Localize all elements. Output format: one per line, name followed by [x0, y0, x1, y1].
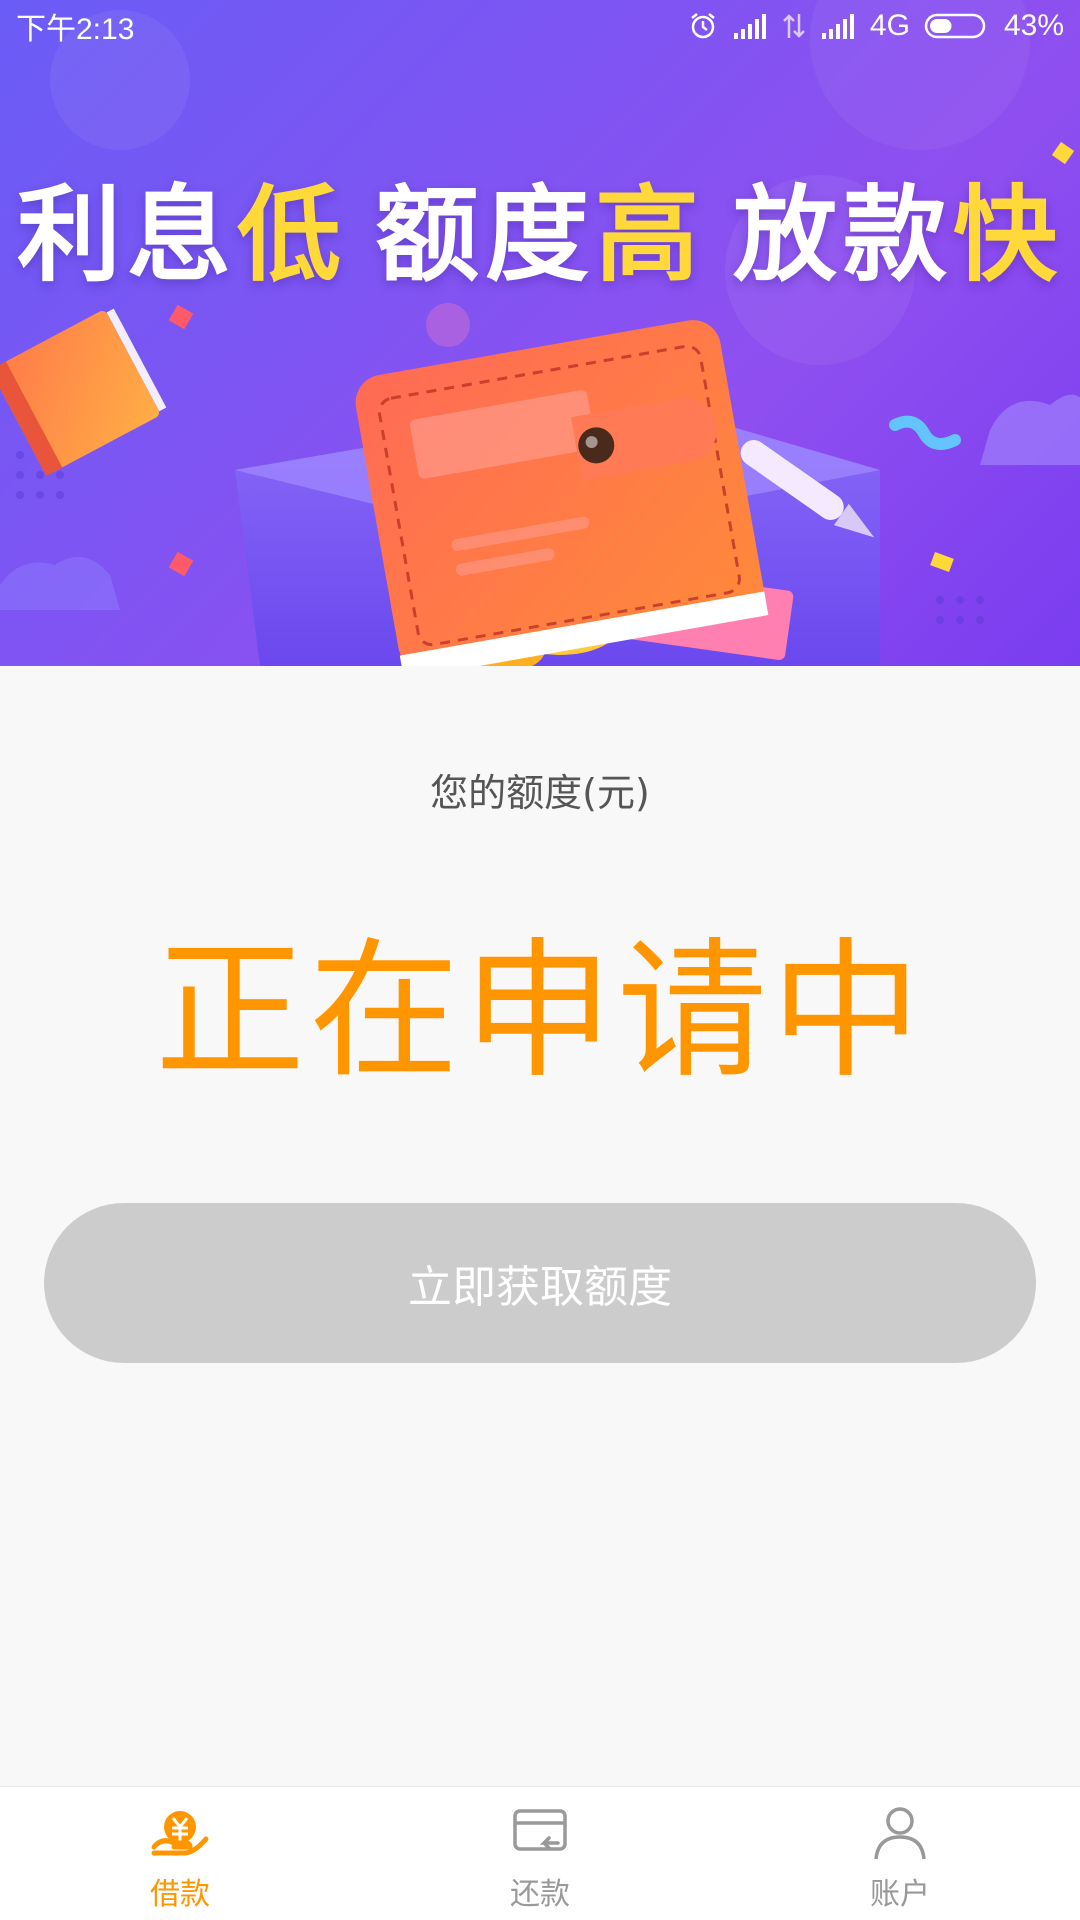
tab-account[interactable]: 账户: [720, 1787, 1080, 1920]
status-icons: 4G 43%: [688, 9, 1064, 43]
signal-strength-icon: [733, 14, 766, 39]
hand-yen-icon: [151, 1811, 209, 1856]
headline-word-3: 高: [595, 174, 706, 296]
tab-borrow[interactable]: 借款: [0, 1787, 360, 1920]
tab-repay[interactable]: 还款: [360, 1787, 720, 1920]
user-icon: [874, 1807, 926, 1860]
battery-icon: [924, 13, 986, 39]
signal-strength-icon-2: [821, 14, 854, 39]
tab-account-label: 账户: [870, 1877, 930, 1912]
card-return-icon: [513, 1809, 567, 1851]
battery-percent: 43%: [1003, 9, 1064, 42]
quota-status: 正在申请中: [154, 925, 925, 1099]
bottom-tab-bar: 借款 还款 账户: [0, 1786, 1080, 1920]
status-time: 下午2:13: [16, 13, 135, 46]
status-bar: 下午2:13 4G 43%: [0, 0, 1080, 52]
banner-headline: 利息低 额度高 放款快: [0, 150, 1080, 301]
headline-word-1: 低: [236, 174, 347, 296]
headline-word-2: 额度: [374, 174, 595, 296]
headline-word-0: 利息: [16, 174, 237, 296]
promo-banner[interactable]: 下午2:13 4G 43% 利息低 额度高 放款快: [0, 0, 1080, 666]
headline-word-4: 放款: [733, 174, 954, 296]
get-quota-button[interactable]: 立即获取额度: [44, 1203, 1036, 1363]
alarm-icon: [691, 13, 715, 39]
network-type: 4G: [869, 9, 910, 42]
tab-borrow-label: 借款: [150, 1877, 210, 1912]
tab-repay-label: 还款: [510, 1877, 570, 1912]
banner-illustration: [0, 0, 1080, 666]
headline-word-5: 快: [953, 174, 1064, 296]
quota-label: 您的额度(元): [430, 771, 650, 815]
data-transfer-icon: [783, 14, 805, 38]
